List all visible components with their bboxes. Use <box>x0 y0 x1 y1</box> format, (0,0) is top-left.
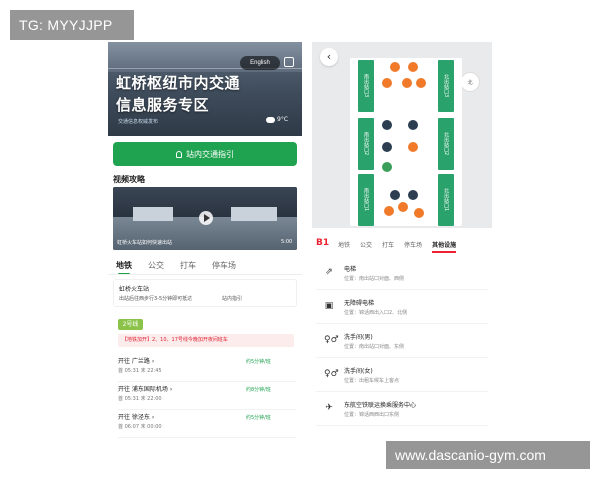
share-icon[interactable] <box>284 57 294 67</box>
facility-row[interactable]: ▣ 无障碍电梯 位置：锦话西出入口2、北侧 <box>316 290 488 324</box>
facility-location: 位置：出租车候车上客点 <box>344 378 400 384</box>
weather-widget: 9°C <box>266 116 288 123</box>
tab-bus[interactable]: 公交 <box>148 260 164 271</box>
direction-interval: 约8分钟/班 <box>246 387 271 393</box>
direction-destination: 开往 浦东国际机场 › <box>118 386 173 393</box>
exit-marker[interactable]: 北出站口2 <box>438 118 454 170</box>
exit-marker[interactable]: 南出站口3 <box>358 60 374 112</box>
notice-banner[interactable]: 【地铁加开】2、10、17号线今晚加开夜间班车 <box>118 334 294 347</box>
watermark-bottom-right: www.dascanio-gym.com <box>386 441 590 469</box>
direction-interval: 约5分钟/班 <box>246 359 271 365</box>
direction-interval: 约5分钟/班 <box>246 415 271 421</box>
exit-marker[interactable]: 北出站口3 <box>438 60 454 112</box>
elevator-poi-icon[interactable] <box>390 190 400 200</box>
weather-temp: 9°C <box>277 116 289 123</box>
restroom-icon: ♀♂ <box>324 369 339 379</box>
facility-name: 电梯 <box>344 266 357 273</box>
restroom-icon: ♀♂ <box>324 335 339 345</box>
line-badge: 2号线 <box>118 319 143 330</box>
hero-title-line2: 信息服务专区 <box>116 96 210 114</box>
facility-row[interactable]: ⇗ 电梯 位置：南出站口对面、西侧 <box>316 256 488 290</box>
station-hall: 南出站口3 南出站口2 南出站口1 北出站口3 北出站口2 北出站口1 <box>350 58 462 226</box>
facility-name: 洗手间(男) <box>344 334 373 341</box>
tab-taxi[interactable]: 打车 <box>180 260 196 271</box>
direction-row[interactable]: 开往 浦东国际机场 › 首 05:31 末 22:00 约8分钟/班 <box>118 384 296 410</box>
tab-parking[interactable]: 停车场 <box>212 260 236 271</box>
station-guide-label: 站内交通指引 <box>186 149 234 159</box>
direction-destination: 开往 广兰路 › <box>118 358 155 365</box>
hero-subtitle: 交通信息权威发布 <box>118 119 159 125</box>
facility-name: 无障碍电梯 <box>344 300 375 307</box>
ticket-poi-icon[interactable] <box>402 78 412 88</box>
escalator-icon: ⇗ <box>325 267 333 277</box>
ticket-poi-icon[interactable] <box>384 206 394 216</box>
exit-marker[interactable]: 南出站口1 <box>358 174 374 226</box>
station-card[interactable]: 虹桥火车站 出站后往西步行3-5分钟即可抵达 站内指引 <box>113 279 297 307</box>
floor-label[interactable]: B1 <box>316 238 329 248</box>
station-guide-button[interactable]: 站内交通指引 <box>113 142 297 166</box>
video-scene-booth <box>133 207 173 221</box>
info-poi-icon[interactable] <box>382 162 392 172</box>
tabs-divider <box>108 274 302 275</box>
tab-metro[interactable]: 地铁 <box>116 260 132 275</box>
facility-location: 位置：锦话西出入口2、北侧 <box>344 310 408 316</box>
video-caption: 虹桥火车站如何快速出站 <box>117 240 173 246</box>
tab-bus[interactable]: 公交 <box>360 240 372 249</box>
elevator-poi-icon[interactable] <box>408 120 418 130</box>
facility-row[interactable]: ♀♂ 洗手间(男) 位置：南出站口对面、东侧 <box>316 324 488 358</box>
elevator-poi-icon[interactable] <box>408 190 418 200</box>
facility-location: 位置：锦话西西出口东侧 <box>344 412 400 418</box>
ticket-poi-icon[interactable] <box>408 62 418 72</box>
language-button[interactable]: English <box>240 56 280 70</box>
video-scene-booth <box>231 207 277 221</box>
station-map[interactable]: ‹ 北 南出站口3 南出站口2 南出站口1 北出站口3 北出站口2 北出站口1 <box>312 42 492 228</box>
facility-location: 位置：南出站口对面、东侧 <box>344 344 405 350</box>
video-duration: 5:00 <box>281 239 293 245</box>
transport-tabs: 地铁 公交 打车 停车场 <box>116 260 236 275</box>
restroom-poi-icon[interactable] <box>382 142 392 152</box>
tab-parking[interactable]: 停车场 <box>404 240 422 249</box>
tab-metro[interactable]: 地铁 <box>338 240 350 249</box>
facility-row[interactable]: ✈ 东航空铁联运换乘服务中心 位置：锦话西西出口东侧 <box>316 392 488 426</box>
ticket-poi-icon[interactable] <box>416 78 426 88</box>
play-icon[interactable] <box>199 211 213 225</box>
facility-row[interactable]: ♀♂ 洗手间(女) 位置：出租车候车上客点 <box>316 358 488 392</box>
direction-row[interactable]: 开往 徐泾东 › 首 06:07 末 00:00 约5分钟/班 <box>118 412 296 438</box>
video-player[interactable]: 虹桥火车站如何快速出站 5:00 <box>113 187 297 250</box>
video-section-title: 视频攻略 <box>113 175 145 184</box>
station-map-screen: ‹ 北 南出站口3 南出站口2 南出站口1 北出站口3 北出站口2 北出站口1 <box>312 42 492 438</box>
ticket-poi-icon[interactable] <box>398 202 408 212</box>
station-distance: 出站后往西步行3-5分钟即可抵达 <box>119 296 193 302</box>
service-poi-icon[interactable] <box>408 142 418 152</box>
back-arrow-icon[interactable]: ‹ <box>320 48 338 66</box>
tab-taxi[interactable]: 打车 <box>382 240 394 249</box>
ticket-poi-icon[interactable] <box>414 208 424 218</box>
direction-times: 首 06:07 末 00:00 <box>118 424 162 430</box>
facility-tabs: 地铁 公交 打车 停车场 其他设施 <box>338 240 457 253</box>
direction-times: 首 05:31 末 22:00 <box>118 396 162 402</box>
user-icon <box>176 150 182 158</box>
transit-info-screen: 虹桥枢纽市内交通 信息服务专区 交通信息权威发布 English 9°C 站内交… <box>108 42 302 438</box>
exit-marker[interactable]: 南出站口2 <box>358 118 374 170</box>
hero-title-line1: 虹桥枢纽市内交通 <box>116 74 241 92</box>
facility-name: 洗手间(女) <box>344 368 373 375</box>
direction-destination: 开往 徐泾东 › <box>118 414 155 421</box>
compass-icon: 北 <box>460 72 480 92</box>
accessible-elevator-icon: ▣ <box>324 301 334 311</box>
ticket-poi-icon[interactable] <box>382 78 392 88</box>
direction-row[interactable]: 开往 广兰路 › 首 05:31 末 22:45 约5分钟/班 <box>118 356 296 382</box>
tab-other-facilities[interactable]: 其他设施 <box>432 240 457 253</box>
watermark-top-left: TG: MYYJJPP <box>10 10 134 40</box>
elevator-poi-icon[interactable] <box>382 120 392 130</box>
cloud-icon <box>266 116 275 123</box>
facility-name: 东航空铁联运换乘服务中心 <box>344 402 417 409</box>
station-guide-link[interactable]: 站内指引 <box>222 295 242 302</box>
facility-location: 位置：南出站口对面、西侧 <box>344 276 405 282</box>
ticket-poi-icon[interactable] <box>390 62 400 72</box>
airplane-icon: ✈ <box>325 403 333 413</box>
station-name: 虹桥火车站 <box>119 286 150 293</box>
direction-times: 首 05:31 末 22:45 <box>118 368 162 374</box>
hero-banner: 虹桥枢纽市内交通 信息服务专区 交通信息权威发布 English 9°C <box>108 42 302 136</box>
exit-marker[interactable]: 北出站口1 <box>438 174 454 226</box>
